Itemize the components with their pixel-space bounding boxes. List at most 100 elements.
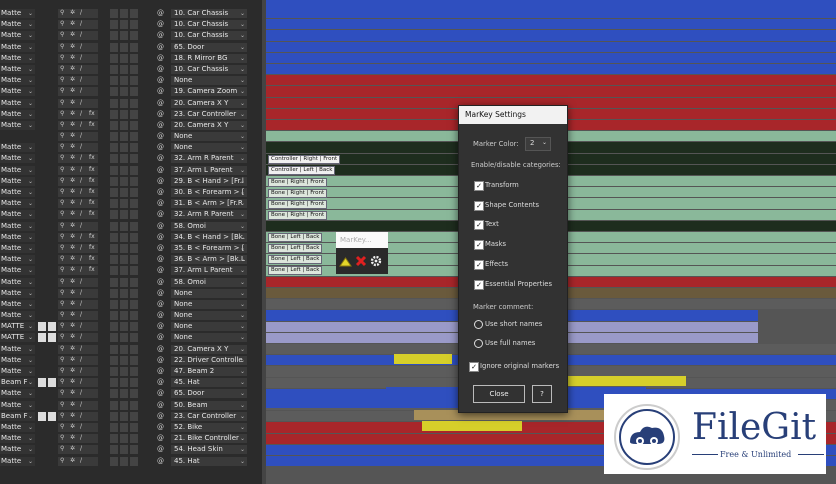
switch-box[interactable] xyxy=(130,434,138,444)
layer-switches[interactable]: ⚲ ✲ / xyxy=(58,76,98,86)
track-matte-select[interactable]: Beam F ⌄ xyxy=(0,378,35,388)
layer-row[interactable]: MATTE ⌄ ⚲ ✲ / @ None ⌄ xyxy=(0,321,262,332)
switch-box[interactable] xyxy=(120,243,128,253)
layer-row[interactable]: Matte ⌄ ⚲ ✲ / @50. Beam ⌄ xyxy=(0,400,262,411)
track-bar[interactable] xyxy=(266,0,836,8)
fx-icon[interactable]: fx xyxy=(89,177,95,184)
switch-box[interactable] xyxy=(120,109,128,119)
track-bar[interactable] xyxy=(266,75,836,86)
parent-select[interactable]: 58. Omoi ⌄ xyxy=(171,277,247,287)
switch-box[interactable] xyxy=(130,411,138,421)
layer-row[interactable]: Matte ⌄ ⚲ ✲ / @ None ⌄ xyxy=(0,142,262,153)
fx-icon[interactable]: fx xyxy=(89,166,95,173)
parent-select[interactable]: 58. Omoi ⌄ xyxy=(171,221,247,231)
close-button[interactable]: Close xyxy=(473,385,525,403)
layer-switches[interactable]: ⚲ ✲ / xyxy=(58,378,98,388)
switch-box[interactable] xyxy=(120,165,128,175)
quality-icon[interactable]: / xyxy=(80,345,82,352)
parent-select[interactable]: 23. Car Controller ⌄ xyxy=(171,109,247,119)
layer-row[interactable]: Matte ⌄ ⚲ ✲ / @10. Car Chassis ⌄ xyxy=(0,30,262,41)
switch-box[interactable] xyxy=(110,344,118,354)
quality-icon[interactable]: / xyxy=(80,31,82,38)
switch-box[interactable] xyxy=(130,20,138,30)
layer-row[interactable]: Matte ⌄ ⚲ ✲ / fx @29. B < Hand > [Fr.l ⌄ xyxy=(0,176,262,187)
quality-icon[interactable]: / xyxy=(80,311,82,318)
collapse-icon[interactable]: ✲ xyxy=(70,412,75,419)
shy-icon[interactable]: ⚲ xyxy=(60,143,64,150)
switch-box[interactable] xyxy=(130,98,138,108)
layer-row[interactable]: Matte ⌄ ⚲ ✲ / @52. Bike ⌄ xyxy=(0,422,262,433)
track-matte-select[interactable]: Matte ⌄ xyxy=(0,311,35,321)
pickwhip-icon[interactable]: @ xyxy=(157,99,167,107)
collapse-icon[interactable]: ✲ xyxy=(70,289,75,296)
marker-add-icon[interactable] xyxy=(339,256,352,267)
parent-select[interactable]: None ⌄ xyxy=(171,132,247,142)
fx-icon[interactable]: fx xyxy=(89,110,95,117)
collapse-icon[interactable]: ✲ xyxy=(70,300,75,307)
quality-icon[interactable]: / xyxy=(80,177,82,184)
switch-box[interactable] xyxy=(110,277,118,287)
collapse-icon[interactable]: ✲ xyxy=(70,132,75,139)
collapse-icon[interactable]: ✲ xyxy=(70,278,75,285)
layer-switches[interactable]: ⚲ ✲ / xyxy=(58,9,98,18)
track-matte-select[interactable]: Matte ⌄ xyxy=(0,456,35,466)
switch-box[interactable] xyxy=(120,400,128,410)
pickwhip-icon[interactable]: @ xyxy=(157,132,167,140)
matte-invert-icon[interactable] xyxy=(48,378,56,388)
layer-row[interactable]: MATTE ⌄ ⚲ ✲ / @ None ⌄ xyxy=(0,332,262,343)
switch-box[interactable] xyxy=(130,311,138,321)
layer-row[interactable]: ⚲ ✲ / @ None ⌄ xyxy=(0,131,262,142)
quality-icon[interactable]: / xyxy=(80,333,82,340)
collapse-icon[interactable]: ✲ xyxy=(70,457,75,464)
quality-icon[interactable]: / xyxy=(80,65,82,72)
fx-icon[interactable]: fx xyxy=(89,255,95,262)
layer-switches[interactable]: ⚲ ✲ / fx xyxy=(58,176,98,186)
collapse-icon[interactable]: ✲ xyxy=(70,154,75,161)
track-matte-select[interactable]: Matte ⌄ xyxy=(0,299,35,309)
pickwhip-icon[interactable]: @ xyxy=(157,76,167,84)
quality-icon[interactable]: / xyxy=(80,166,82,173)
switch-box[interactable] xyxy=(120,188,128,197)
switch-box[interactable] xyxy=(110,176,118,186)
track-matte-select[interactable]: Matte ⌄ xyxy=(0,367,35,376)
layer-switches[interactable]: ⚲ ✲ / xyxy=(58,422,98,432)
layer-switches[interactable]: ⚲ ✲ / xyxy=(58,31,98,41)
layer-row[interactable]: Matte ⌄ ⚲ ✲ / @54. Head Skin ⌄ xyxy=(0,444,262,455)
pickwhip-icon[interactable]: @ xyxy=(157,177,167,185)
switch-box[interactable] xyxy=(130,165,138,175)
quality-icon[interactable]: / xyxy=(80,356,82,363)
switch-box[interactable] xyxy=(110,288,118,298)
collapse-icon[interactable]: ✲ xyxy=(70,266,75,273)
pickwhip-icon[interactable]: @ xyxy=(157,445,167,453)
switch-box[interactable] xyxy=(130,322,138,332)
switch-box[interactable] xyxy=(120,20,128,30)
matte-toggle-icon[interactable] xyxy=(38,378,46,388)
switch-box[interactable] xyxy=(130,210,138,220)
switch-box[interactable] xyxy=(120,445,128,455)
pickwhip-icon[interactable]: @ xyxy=(157,300,167,308)
layer-row[interactable]: Beam F ⌄ ⚲ ✲ / @23. Car Controller ⌄ xyxy=(0,411,262,422)
shy-icon[interactable]: ⚲ xyxy=(60,322,64,329)
switch-box[interactable] xyxy=(120,76,128,86)
switch-box[interactable] xyxy=(130,188,138,197)
switch-box[interactable] xyxy=(130,389,138,399)
pickwhip-icon[interactable]: @ xyxy=(157,255,167,263)
switch-box[interactable] xyxy=(120,344,128,354)
switch-box[interactable] xyxy=(110,132,118,142)
track-matte-select[interactable]: Matte ⌄ xyxy=(0,434,35,444)
switch-box[interactable] xyxy=(130,176,138,186)
layer-switches[interactable]: ⚲ ✲ / xyxy=(58,87,98,97)
layer-row[interactable]: Matte ⌄ ⚲ ✲ / @20. Camera X Y ⌄ xyxy=(0,344,262,355)
track-bar[interactable] xyxy=(266,30,836,41)
track-bar[interactable] xyxy=(266,52,836,63)
switch-box[interactable] xyxy=(120,53,128,63)
track-matte-select[interactable]: Matte ⌄ xyxy=(0,221,35,231)
parent-select[interactable]: 20. Camera X Y ⌄ xyxy=(171,344,247,354)
switch-box[interactable] xyxy=(120,87,128,97)
category-checkbox[interactable]: ✓ xyxy=(474,220,484,231)
layer-switches[interactable]: ⚲ ✲ / fx xyxy=(58,232,98,242)
track-bar[interactable] xyxy=(394,354,452,364)
switch-box[interactable] xyxy=(110,266,118,276)
track-matte-select[interactable]: MATTE ⌄ xyxy=(0,333,35,343)
layer-switches[interactable]: ⚲ ✲ / xyxy=(58,367,98,376)
